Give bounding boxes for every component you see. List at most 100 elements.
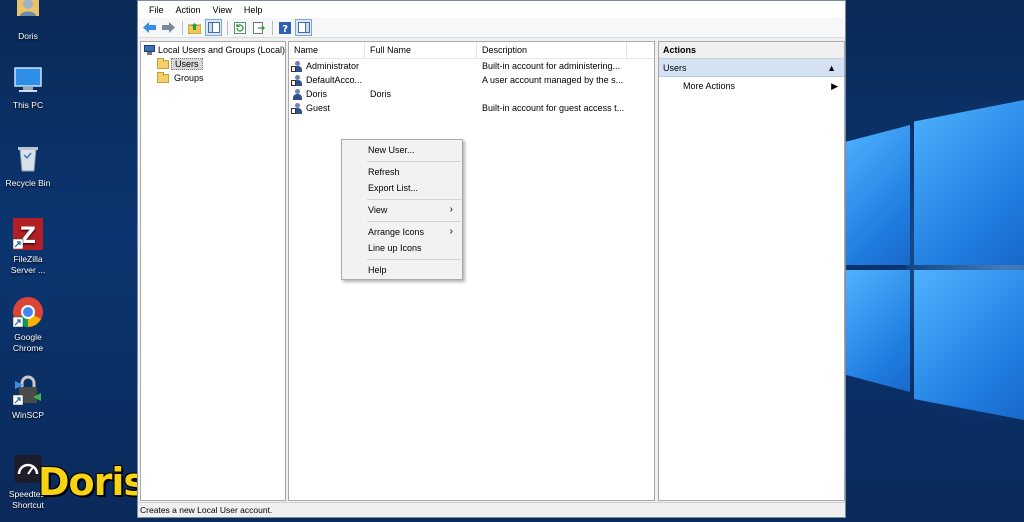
user-name: Doris [306,89,328,99]
more-actions-item[interactable]: More Actions ▶ [659,77,844,95]
user-account-icon [292,88,303,100]
user-folder-icon [11,0,45,28]
desktop-icon-doris[interactable]: Doris [2,0,54,42]
lusrmgr-window: File Action View Help ? Local Users and … [137,0,846,518]
refresh-icon[interactable] [231,19,248,36]
column-header-description[interactable]: Description [477,42,627,58]
toolbar-separator [227,20,228,35]
submenu-arrow-icon: › [449,204,453,215]
description-cell: Built-in account for guest access t... [482,103,625,113]
submenu-arrow-icon: ▶ [831,81,838,91]
winscp-icon [11,373,45,407]
menu-item-export-list[interactable]: Export List... [343,180,461,196]
desktop-icon-label: Recycle Bin [5,178,51,188]
status-bar: Creates a new Local User account. [138,502,845,517]
show-hide-action-pane-icon[interactable] [295,19,312,36]
export-list-icon[interactable] [250,19,267,36]
menu-item-help[interactable]: Help [343,262,461,278]
toolbar: ? [138,18,845,38]
desktop-icon-this-pc[interactable]: This PC [2,63,54,111]
name-cell: Guest [289,102,365,114]
actions-pane: Actions Users ▲ More Actions ▶ [658,41,845,501]
table-row[interactable]: Administrator Built-in account for admin… [289,59,654,73]
forward-icon[interactable] [160,19,177,36]
user-name: Guest [306,103,331,113]
list-header: Name Full Name Description [289,42,654,59]
tree-root-local-users-groups[interactable]: Local Users and Groups (Local) [141,43,285,57]
menu-bar: File Action View Help [138,1,845,18]
submenu-arrow-icon: › [449,226,453,237]
user-account-icon [291,74,303,86]
svg-text:?: ? [282,24,288,34]
computer-icon [11,63,45,97]
menu-item-new-user[interactable]: New User... [343,142,461,158]
computer-icon [144,45,155,55]
user-account-icon [291,102,303,114]
table-row[interactable]: DefaultAcco... A user account managed by… [289,73,654,87]
name-cell: Administrator [289,60,365,72]
menu-item-line-up-icons[interactable]: Line up Icons [343,240,461,256]
desktop-icon-label: Doris [18,31,38,41]
menu-item-refresh[interactable]: Refresh [343,164,461,180]
collapse-triangle-icon: ▲ [827,63,836,73]
actions-section-users[interactable]: Users ▲ [659,59,844,77]
desktop-icon-label: FileZilla Server ... [10,254,46,275]
doris-watermark: Doris [38,460,146,504]
windows-logo-wallpaper [846,0,1024,522]
menu-item-label: Export List... [368,183,419,193]
description-cell: A user account managed by the s... [482,75,624,85]
user-name: DefaultAcco... [306,75,363,85]
desktop-icon-chrome[interactable]: Google Chrome [2,295,54,354]
console-tree: Local Users and Groups (Local) Users Gro… [140,41,286,501]
context-menu: New User... Refresh Export List... View … [341,139,463,280]
desktop-icon-label: Google Chrome [12,332,44,353]
tree-item-users[interactable]: Users [141,57,285,71]
menu-separator [367,259,461,260]
column-header-full-name[interactable]: Full Name [365,42,477,58]
menu-view[interactable]: View [207,5,238,15]
tree-item-label: Users [171,58,203,70]
table-row[interactable]: Doris Doris [289,87,654,101]
up-folder-icon[interactable] [186,19,203,36]
folder-icon [157,57,169,69]
toolbar-separator [272,20,273,35]
toolbar-separator [182,20,183,35]
menu-help[interactable]: Help [238,5,269,15]
menu-file[interactable]: File [143,5,170,15]
column-header-name[interactable]: Name [289,42,365,58]
menu-separator [367,221,461,222]
menu-item-label: Line up Icons [368,243,422,253]
menu-item-view[interactable]: View › [343,202,461,218]
user-account-icon [291,60,303,72]
table-row[interactable]: Guest Built-in account for guest access … [289,101,654,115]
desktop-icon-filezilla[interactable]: Z FileZilla Server ... [2,217,54,276]
menu-item-arrange-icons[interactable]: Arrange Icons › [343,224,461,240]
desktop-icon-label: This PC [12,100,44,110]
menu-separator [367,161,461,162]
show-hide-tree-icon[interactable] [205,19,222,36]
desktop-icons: Doris This PC Recycle Bin Z FileZilla Se… [0,0,56,522]
chrome-icon [11,295,45,329]
menu-item-label: Help [368,265,387,275]
menu-action[interactable]: Action [170,5,207,15]
more-actions-label: More Actions [683,81,736,91]
desktop-icon-label: WinSCP [11,410,45,420]
name-cell: Doris [289,88,365,100]
menu-item-label: View [368,205,388,215]
filezilla-icon: Z [11,217,45,251]
description-cell: Built-in account for administering... [482,61,621,71]
menu-separator [367,199,461,200]
desktop-icon-recycle-bin[interactable]: Recycle Bin [2,141,54,189]
actions-section-label: Users [663,63,687,73]
tree-item-label: Groups [174,73,204,83]
recycle-bin-icon [11,141,45,175]
help-icon[interactable]: ? [276,19,293,36]
menu-item-label: Refresh [368,167,400,177]
back-icon[interactable] [141,19,158,36]
menu-item-label: Arrange Icons [368,227,425,237]
tree-item-groups[interactable]: Groups [141,71,285,85]
tree-root-label: Local Users and Groups (Local) [157,45,285,55]
full-name-cell: Doris [370,89,392,99]
folder-icon [157,71,169,83]
desktop-icon-winscp[interactable]: WinSCP [2,373,54,421]
